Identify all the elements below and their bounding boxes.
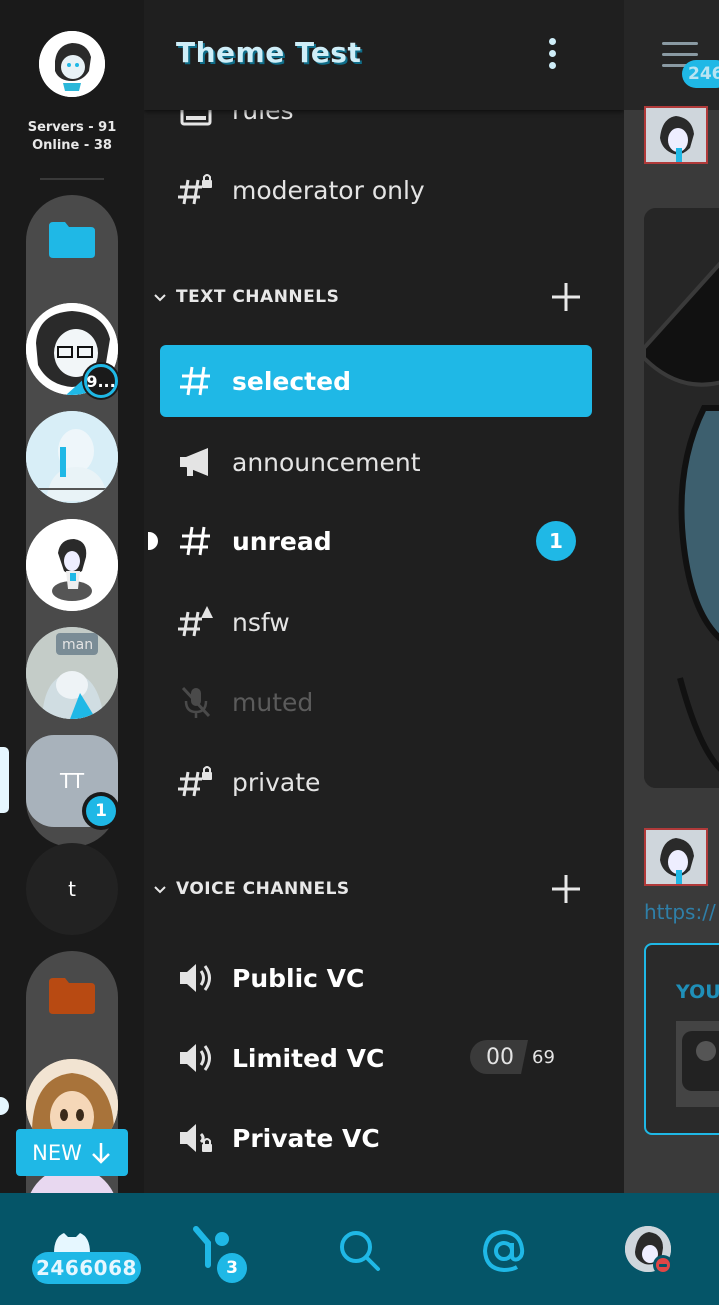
muted-mic-icon <box>181 686 211 718</box>
server-tt-badge: 1 <box>86 796 116 826</box>
server-t-label: t <box>68 877 76 901</box>
chat-header: 246 <box>624 0 719 110</box>
channel-list: Theme Test rules moderator only TEXT CHA… <box>144 0 624 1193</box>
message-image[interactable] <box>644 208 719 788</box>
voice-channel-private[interactable]: Private VC <box>160 1102 592 1174</box>
channel-label: selected <box>232 366 351 396</box>
hash-icon <box>180 366 210 396</box>
chevron-down-icon <box>154 886 166 894</box>
channel-label: nsfw <box>232 607 290 637</box>
friends-badge-ring: 3 <box>214 1250 250 1286</box>
category-text-channels[interactable]: TEXT CHANNELS <box>152 277 592 317</box>
channel-nsfw[interactable]: nsfw <box>160 586 592 658</box>
channel-label: announcement <box>232 447 421 477</box>
locked-speaker-icon <box>180 1124 212 1152</box>
channel-label: Private VC <box>232 1123 380 1153</box>
channel-private[interactable]: private <box>160 746 592 818</box>
embed-thumbnail <box>676 1021 719 1107</box>
channel-unread[interactable]: unread 1 <box>148 505 592 577</box>
chat-header-badge: 246 <box>682 60 719 88</box>
chat-panel-peek[interactable]: 246 https:// YOU <box>624 0 719 1193</box>
message-avatar[interactable] <box>644 106 708 164</box>
rail-divider <box>40 178 104 180</box>
server-icon-4[interactable]: man <box>26 627 118 719</box>
hash-icon <box>180 526 210 556</box>
dnd-status-icon <box>653 1255 673 1275</box>
server-badge-ring: 9... <box>82 362 120 400</box>
speaker-icon <box>180 964 211 992</box>
channel-moderator-only[interactable]: moderator only <box>160 154 592 226</box>
servers-count: Servers - 91 <box>27 120 117 135</box>
server-tt-label: TT <box>59 769 85 793</box>
channel-label: Public VC <box>232 963 365 993</box>
channel-label: Limited VC <box>232 1043 385 1073</box>
mentions-icon[interactable] <box>482 1229 526 1273</box>
channel-announcement[interactable]: announcement <box>160 426 592 498</box>
embed-title: YOU <box>676 981 719 1003</box>
nsfw-hash-icon <box>178 606 213 637</box>
add-channel-icon[interactable] <box>550 281 582 313</box>
selected-server-indicator <box>0 747 9 813</box>
category-label: TEXT CHANNELS <box>176 287 340 307</box>
message-avatar[interactable] <box>644 828 708 886</box>
speaker-icon <box>180 1044 211 1072</box>
user-avatar[interactable] <box>39 31 105 97</box>
server-badge-text: 9... <box>86 371 116 391</box>
message-embed[interactable]: YOU <box>644 943 719 1135</box>
server-t[interactable]: t <box>26 843 118 935</box>
server-tt-badge-ring: 1 <box>82 792 120 830</box>
mention-badge: 1 <box>536 521 576 561</box>
category-voice-channels[interactable]: VOICE CHANNELS <box>152 869 592 909</box>
server-badge: 9... <box>84 364 118 398</box>
new-pill-label: NEW <box>32 1140 82 1165</box>
mention-count: 1 <box>549 529 563 553</box>
folder-icon[interactable] <box>49 978 95 1014</box>
chevron-down-icon <box>154 294 166 302</box>
server-rail: Servers - 91 Online - 38 9... man TT 1 t… <box>0 0 144 1193</box>
channel-label: private <box>232 767 321 797</box>
locked-hash-icon <box>178 766 212 797</box>
app-root: Servers - 91 Online - 38 9... man TT 1 t… <box>0 0 719 1305</box>
voice-user-limit: 69 <box>532 1046 555 1068</box>
guild-title: Theme Test <box>176 36 362 69</box>
new-unreads-button[interactable]: NEW <box>16 1129 128 1176</box>
online-count: Online - 38 <box>32 138 112 153</box>
guild-header[interactable]: Theme Test <box>144 0 624 110</box>
more-options-icon[interactable] <box>542 38 562 72</box>
voice-current-count: 00 <box>470 1040 528 1074</box>
megaphone-icon <box>180 448 208 476</box>
bottom-navigation <box>0 1193 719 1305</box>
channel-muted[interactable]: muted <box>160 666 592 738</box>
channel-label: muted <box>232 687 314 717</box>
channel-label: unread <box>232 526 332 556</box>
home-unread-badge: 2466068 <box>32 1252 141 1284</box>
locked-hash-icon <box>178 174 212 205</box>
category-label: VOICE CHANNELS <box>176 879 350 899</box>
channel-selected[interactable]: selected <box>160 345 592 417</box>
server-tt-badge-text: 1 <box>95 801 107 821</box>
voice-channel-public[interactable]: Public VC <box>160 942 592 1014</box>
server-stats: Servers - 91 Online - 38 <box>0 119 144 155</box>
add-channel-icon[interactable] <box>550 873 582 905</box>
voice-channel-limited[interactable]: Limited VC 00 69 <box>160 1022 592 1094</box>
voice-user-count: 00 69 <box>470 1040 555 1074</box>
server-icon-2[interactable] <box>26 411 118 503</box>
folder-icon[interactable] <box>49 222 95 258</box>
friends-badge: 3 <box>217 1253 247 1283</box>
unread-indicator <box>148 532 158 550</box>
channel-label: moderator only <box>232 175 425 205</box>
unread-server-indicator <box>0 1097 9 1115</box>
arrow-down-icon <box>91 1142 110 1164</box>
message-link[interactable]: https:// <box>644 900 716 924</box>
server-man-label: man <box>62 637 93 653</box>
server-icon-3[interactable] <box>26 519 118 611</box>
search-icon[interactable] <box>338 1229 382 1273</box>
